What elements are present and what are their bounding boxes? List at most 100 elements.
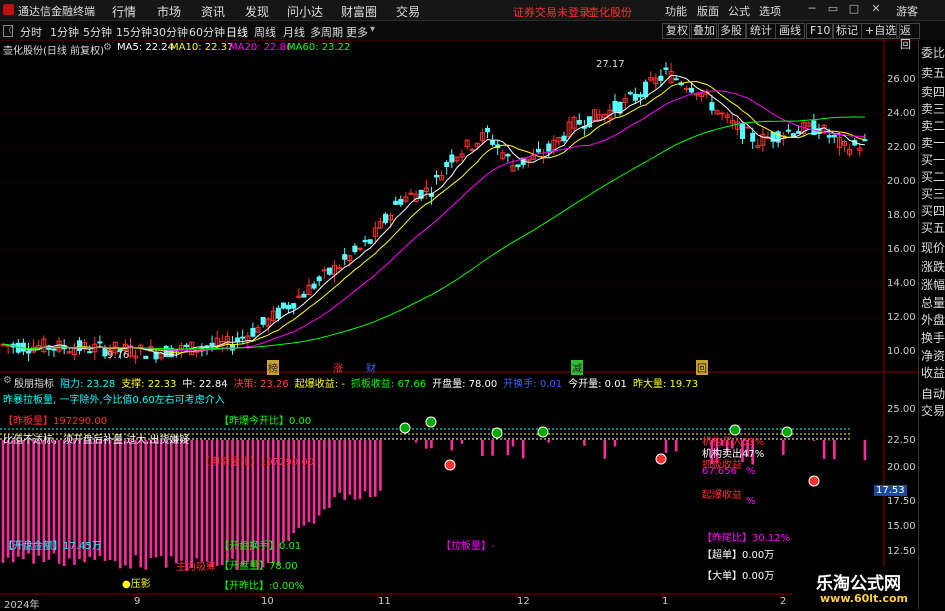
zuobao-label: 【昨爆今开比】0.00 <box>219 412 311 427</box>
event-marker-bang[interactable]: 榜 <box>267 360 279 375</box>
indicator-bar <box>338 440 341 493</box>
event-marker-zhang[interactable]: 涨 <box>333 360 343 375</box>
quote-volume[interactable]: 总量 <box>921 296 945 310</box>
indicator-bar <box>190 440 193 568</box>
quote-sell4[interactable]: 卖四 <box>921 85 945 99</box>
quote-change-pct[interactable]: 涨幅 <box>921 278 945 292</box>
zhuli-label: 主力吸筹 <box>176 558 216 573</box>
candle-body <box>674 79 678 80</box>
ma5-line <box>3 75 865 355</box>
candle-body <box>720 113 724 114</box>
quote-outer[interactable]: 外盘 <box>921 313 945 327</box>
indicator-bar <box>150 440 153 558</box>
quote-buy2[interactable]: 买二 <box>921 170 945 184</box>
candle-body <box>302 294 306 297</box>
x-tick: 10 <box>261 596 274 607</box>
quote-change[interactable]: 涨跌 <box>921 260 945 274</box>
indicator-bar <box>343 440 346 500</box>
indicator-settings-icon[interactable]: ⚙ <box>3 375 12 386</box>
quote-sell3[interactable]: 卖三 <box>921 102 945 116</box>
indicator-bar <box>512 440 515 446</box>
quote-buy4[interactable]: 买四 <box>921 204 945 218</box>
indicator-bar <box>823 440 826 459</box>
quote-buy5[interactable]: 买五 <box>921 221 945 235</box>
quote-sell5[interactable]: 卖五 <box>921 66 945 80</box>
quote-eps[interactable]: 收益 <box>921 366 945 380</box>
signal-marker <box>656 454 666 464</box>
indicator-stat: 决策: 23.26 <box>234 379 289 390</box>
indicator-stat: 抓板收益: 67.66 <box>351 379 426 390</box>
candle-body <box>98 342 102 343</box>
event-marker-jian[interactable]: 减 <box>571 360 583 375</box>
ma20-line <box>3 91 865 350</box>
indicator-bar <box>119 440 122 568</box>
bizhi-warning: 比值不达标，须开盘后补量,过大,出货嫌疑 <box>3 431 189 446</box>
indicator-stat: 支撑: 22.33 <box>121 379 176 390</box>
yazhi-label: ●压影 <box>122 575 151 590</box>
event-marker-hui[interactable]: 回 <box>696 360 708 375</box>
y-tick: 14.00 <box>887 278 916 289</box>
candle-body <box>491 141 495 144</box>
x-tick: 9 <box>134 596 140 607</box>
indicator-bar <box>109 440 112 560</box>
candle-body <box>812 121 816 135</box>
quote-turnover[interactable]: 换手 <box>921 331 945 345</box>
settings-icon[interactable]: ⚙ <box>103 42 112 53</box>
indicator-bar <box>354 440 357 500</box>
candle-body <box>363 240 367 241</box>
candle-body <box>210 343 214 345</box>
indicator-bar <box>129 440 132 569</box>
signal-marker <box>809 476 819 486</box>
quote-netasset[interactable]: 净资 <box>921 349 945 363</box>
candle-body <box>261 318 265 325</box>
candle-body <box>562 136 566 140</box>
quote-buy3[interactable]: 买三 <box>921 187 945 201</box>
indicator-name[interactable]: 殷朋指标 <box>14 375 54 390</box>
quote-weibi[interactable]: 委比 <box>921 46 945 60</box>
indicator-bar <box>782 440 785 455</box>
indicator-bar <box>481 440 484 456</box>
indicator-bar <box>349 440 352 495</box>
lower-y-tick: 17.50 <box>887 496 916 507</box>
ma20-legend: MA20: 22.86 <box>229 42 292 53</box>
indicator-bar <box>165 440 168 568</box>
indicator-bar <box>364 440 367 491</box>
y-tick: 16.00 <box>887 244 916 255</box>
kline-chart[interactable] <box>0 0 945 609</box>
indicator-stat: 昨大量: 19.73 <box>633 379 698 390</box>
jigou-profit: 67.656 <box>702 466 737 477</box>
indicator-bar <box>833 440 836 459</box>
signal-marker <box>538 427 548 437</box>
candle-body <box>384 214 388 222</box>
quote-sell2[interactable]: 卖二 <box>921 119 945 133</box>
trade-label[interactable]: 交易 <box>921 404 945 418</box>
quote-price[interactable]: 现价 <box>921 241 945 255</box>
indicator-bar <box>145 440 148 570</box>
indicator-bar <box>124 440 127 565</box>
quote-panel: 委比 卖五 卖四 卖三 卖二 卖一 买一 买二 买三 买四 买五 现价 涨跌 涨… <box>918 40 945 609</box>
candle-body <box>639 95 643 97</box>
candle-body <box>664 68 668 69</box>
indicator-bar <box>425 440 428 449</box>
lower-y-tick: 20.00 <box>887 462 916 473</box>
y-tick: 12.00 <box>887 312 916 323</box>
quote-sell1[interactable]: 卖一 <box>921 136 945 150</box>
candle-body <box>282 303 286 308</box>
candle-body <box>287 305 291 309</box>
lower-y-tick: 25.00 <box>887 404 916 415</box>
auto-trade-label[interactable]: 自动 <box>921 387 945 401</box>
watermark-title: 乐淘公式网 <box>816 569 901 594</box>
x-tick: 11 <box>378 596 391 607</box>
indicator-stats: 阻力: 23.28支撑: 22.33中: 22.84决策: 23.26起爆收益:… <box>60 375 704 390</box>
candle-body <box>577 120 581 124</box>
candle-body <box>445 163 449 167</box>
signal-marker <box>426 417 436 427</box>
indicator-bar <box>160 440 163 556</box>
quote-buy1[interactable]: 买一 <box>921 153 945 167</box>
indicator-bar <box>491 440 494 456</box>
candle-body <box>78 341 82 351</box>
candle-body <box>628 93 632 94</box>
event-marker-cai[interactable]: 财 <box>366 360 376 375</box>
indicator-bar <box>507 440 510 455</box>
indicator-bar <box>604 440 607 459</box>
